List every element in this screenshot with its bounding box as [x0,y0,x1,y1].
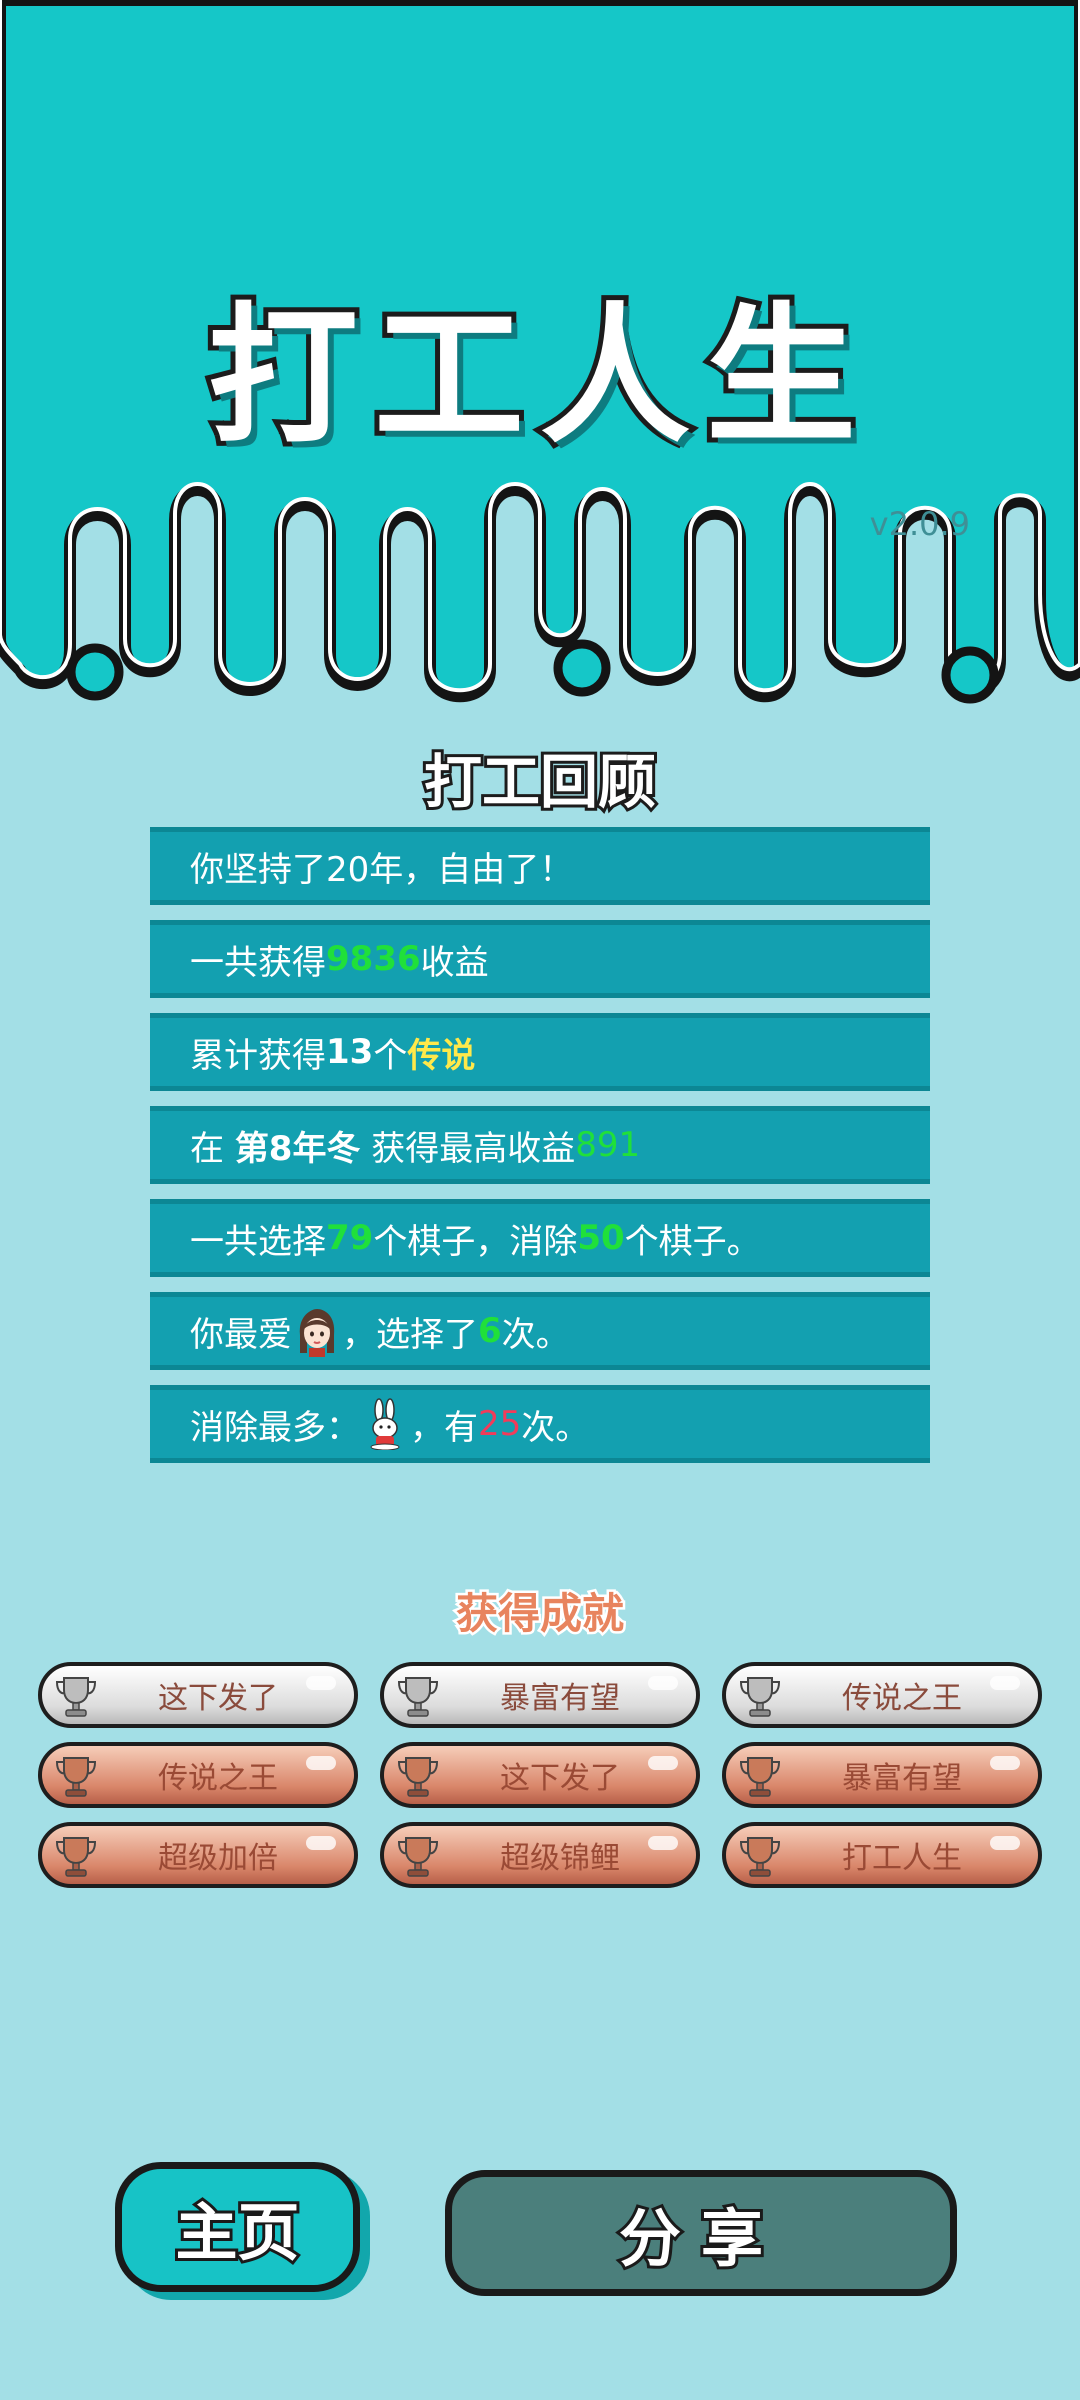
trophy-bronze-icon [55,1837,97,1877]
review-row-best-income: 在 第8年冬 获得最高收益 891 [150,1106,930,1184]
review-row-most-removed: 消除最多： ，有 25 次。 [150,1385,930,1463]
achievement-badge[interactable]: 暴富有望 [380,1662,700,1728]
rabbit-icon [370,1398,400,1450]
years-text: 你坚持了20年，自由了！ [190,849,574,890]
achievement-label: 打工人生 [842,1841,962,1876]
achievement-label: 这下发了 [158,1681,278,1716]
favorite-middle: ，选择了 [342,1314,478,1355]
achievement-badge[interactable]: 传说之王 [722,1662,1042,1728]
best-middle: 获得最高收益 [360,1128,576,1169]
home-button[interactable]: 主页 [115,2162,360,2292]
achievement-label: 这下发了 [500,1761,620,1796]
favorite-suffix: 次。 [501,1314,570,1355]
income-suffix: 收益 [420,942,489,983]
achievement-badge[interactable]: 超级锦鲤 [380,1822,700,1888]
review-title: 打工回顾 [421,745,659,819]
home-button-label: 主页 [172,2193,302,2272]
trophy-silver-icon [55,1677,97,1717]
review-row-pieces: 一共选择 79 个棋子，消除 50 个棋子。 [150,1199,930,1277]
trophy-silver-icon [739,1677,781,1717]
favorite-times: 6 [478,1311,502,1351]
game-title: 打工人生 [203,285,872,469]
review-row-income: 一共获得 9836 收益 [150,920,930,998]
removed-times: 25 [478,1404,522,1444]
removed-middle: ，有 [410,1407,478,1448]
achievement-badge[interactable]: 这下发了 [380,1742,700,1808]
best-prefix: 在 [190,1128,235,1169]
trophy-silver-icon [397,1677,439,1717]
trophy-bronze-icon [55,1757,97,1797]
legend-count: 13 [326,1032,374,1072]
chosen-count: 79 [326,1218,374,1258]
trophy-bronze-icon [397,1837,439,1877]
removed-count: 50 [577,1218,625,1258]
legend-prefix: 累计获得 [190,1035,326,1076]
review-row-legends: 累计获得 13 个传说 [150,1013,930,1091]
legend-label: 传说 [407,1035,476,1076]
removed-prefix: 消除最多： [190,1407,360,1448]
trophy-bronze-icon [739,1837,781,1877]
achievement-badge[interactable]: 打工人生 [722,1822,1042,1888]
pieces-middle: 个棋子，消除 [373,1221,578,1262]
achievement-label: 传说之王 [158,1761,278,1796]
achievement-badge[interactable]: 传说之王 [38,1742,358,1808]
income-prefix: 一共获得 [190,942,326,983]
achievement-badge[interactable]: 超级加倍 [38,1822,358,1888]
version-label: v2.0.9 [869,505,970,543]
review-row-years: 你坚持了20年，自由了！ [150,827,930,905]
review-list: 你坚持了20年，自由了！ 一共获得 9836 收益 累计获得 13 个传说 在 第8年冬… [150,827,930,1478]
review-row-favorite: 你最爱 ，选择了 6 次。 [150,1292,930,1370]
achievement-label: 暴富有望 [842,1761,962,1796]
pieces-suffix: 个棋子。 [624,1221,761,1262]
achievement-label: 超级锦鲤 [500,1841,620,1876]
achievement-badge[interactable]: 这下发了 [38,1662,358,1728]
achievement-label: 超级加倍 [158,1841,278,1876]
best-season: 第8年冬 [234,1128,361,1169]
achievement-label: 暴富有望 [500,1681,620,1716]
favorite-prefix: 你最爱 [190,1314,292,1355]
share-button-label: 分享 [616,2199,783,2278]
achievement-badge[interactable]: 暴富有望 [722,1742,1042,1808]
achievements-grid: 这下发了 暴富有望 传说之王 传说之王 这下发了 暴富有望 超级加倍 超级锦鲤 … [38,1662,1042,1888]
share-button[interactable]: 分享 [445,2170,957,2296]
trophy-bronze-icon [397,1757,439,1797]
legend-unit: 个 [373,1035,408,1076]
trophy-bronze-icon [739,1757,781,1797]
achievement-label: 传说之王 [842,1681,962,1716]
pieces-prefix: 一共选择 [190,1221,326,1262]
girl-avatar-icon [299,1309,335,1357]
removed-suffix: 次。 [521,1407,590,1448]
achievements-title-text: 获得成就 [453,1587,626,1641]
best-income-value: 891 [575,1125,641,1165]
total-income-value: 9836 [326,939,421,979]
achievements-title: 获得成就 [0,1580,1080,1641]
